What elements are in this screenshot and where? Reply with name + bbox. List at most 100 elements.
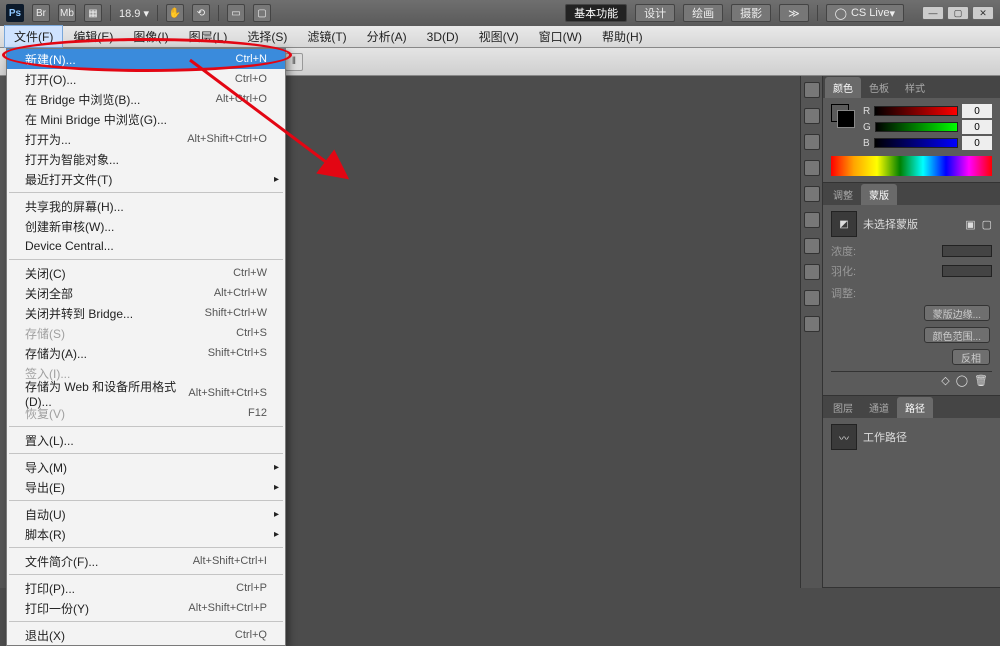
- panel-footer-icon[interactable]: ◇: [941, 374, 949, 387]
- g-slider[interactable]: [875, 122, 958, 132]
- menu-item[interactable]: 关闭并转到 Bridge...Shift+Ctrl+W: [7, 303, 285, 323]
- view-extras-icon[interactable]: ▦: [84, 4, 102, 22]
- menu-item[interactable]: 关闭(C)Ctrl+W: [7, 263, 285, 283]
- mask-edge-button[interactable]: 蒙版边缘...: [924, 305, 990, 321]
- minimize-icon[interactable]: —: [922, 6, 944, 20]
- menu-item[interactable]: 打开为智能对象...: [7, 149, 285, 169]
- close-icon[interactable]: ✕: [972, 6, 994, 20]
- dock-icon[interactable]: [804, 316, 820, 332]
- channel-r-label: R: [863, 106, 870, 117]
- dock-icon[interactable]: [804, 160, 820, 176]
- menu-item[interactable]: 共享我的屏幕(H)...: [7, 196, 285, 216]
- trash-icon[interactable]: 🗑: [974, 374, 988, 387]
- tab-channels[interactable]: 通道: [861, 397, 897, 418]
- fg-swatch[interactable]: [837, 110, 855, 128]
- restore-icon[interactable]: ▢: [947, 6, 969, 20]
- dock-icon[interactable]: [804, 238, 820, 254]
- rotate-icon[interactable]: ⟲: [192, 4, 210, 22]
- hand-icon[interactable]: ✋: [166, 4, 184, 22]
- menu-file[interactable]: 文件(F): [4, 25, 63, 48]
- color-range-button[interactable]: 颜色范围...: [924, 327, 990, 343]
- channel-g-label: G: [863, 122, 871, 133]
- path-item-label[interactable]: 工作路径: [863, 429, 907, 445]
- dock-icon[interactable]: [804, 186, 820, 202]
- zoom-value[interactable]: 18.9 ▾: [119, 7, 149, 20]
- menu-item[interactable]: 自动(U): [7, 504, 285, 524]
- tab-paths[interactable]: 路径: [897, 397, 933, 418]
- mask-status-label: 未选择蒙版: [863, 216, 918, 232]
- r-slider[interactable]: [874, 106, 958, 116]
- menu-item[interactable]: 脚本(R): [7, 524, 285, 544]
- menu-item[interactable]: 导入(M): [7, 457, 285, 477]
- menu-item[interactable]: 在 Mini Bridge 中浏览(G)...: [7, 109, 285, 129]
- menu-help[interactable]: 帮助(H): [592, 25, 653, 48]
- b-slider[interactable]: [874, 138, 958, 148]
- menu-item[interactable]: 新建(N)...Ctrl+N: [7, 49, 285, 69]
- feather-field: [942, 265, 992, 277]
- menu-item[interactable]: 打开(O)...Ctrl+O: [7, 69, 285, 89]
- opt-icon[interactable]: ‖: [285, 53, 303, 71]
- menu-3d[interactable]: 3D(D): [417, 27, 469, 47]
- tab-styles[interactable]: 样式: [897, 77, 933, 98]
- menu-item[interactable]: Device Central...: [7, 236, 285, 256]
- arrange-icon[interactable]: ▭: [227, 4, 245, 22]
- channel-b-label: B: [863, 138, 870, 149]
- menu-item[interactable]: 置入(L)...: [7, 430, 285, 450]
- dock-icon[interactable]: [804, 108, 820, 124]
- tab-color[interactable]: 颜色: [825, 77, 861, 98]
- menu-filter[interactable]: 滤镜(T): [297, 25, 356, 48]
- menu-item[interactable]: 在 Bridge 中浏览(B)...Alt+Ctrl+O: [7, 89, 285, 109]
- menu-item[interactable]: 打印一份(Y)Alt+Shift+Ctrl+P: [7, 598, 285, 618]
- tab-adjustments[interactable]: 调整: [825, 184, 861, 205]
- dock-icon[interactable]: [804, 134, 820, 150]
- menu-window[interactable]: 窗口(W): [529, 25, 592, 48]
- menu-item[interactable]: 打印(P)...Ctrl+P: [7, 578, 285, 598]
- workspace-paint-button[interactable]: 绘画: [683, 4, 723, 22]
- dock-icon[interactable]: [804, 212, 820, 228]
- menu-select[interactable]: 选择(S): [237, 25, 297, 48]
- right-dock: 颜色 色板 样式 R 0 G 0 B 0: [800, 76, 1000, 588]
- menu-image[interactable]: 图像(I): [123, 25, 178, 48]
- menu-item[interactable]: 存储为 Web 和设备所用格式(D)...Alt+Shift+Ctrl+S: [7, 383, 285, 403]
- menu-analysis[interactable]: 分析(A): [357, 25, 417, 48]
- dock-icon[interactable]: [804, 264, 820, 280]
- workspace-photo-button[interactable]: 摄影: [731, 4, 771, 22]
- tab-layers[interactable]: 图层: [825, 397, 861, 418]
- color-spectrum[interactable]: [831, 156, 992, 176]
- screenmode-icon[interactable]: ▢: [253, 4, 271, 22]
- cslive-button[interactable]: ◯ CS Live ▾: [826, 4, 904, 22]
- workspace-basic-button[interactable]: 基本功能: [565, 4, 627, 22]
- dock-icon[interactable]: [804, 290, 820, 306]
- workspace-design-button[interactable]: 设计: [635, 4, 675, 22]
- r-value[interactable]: 0: [962, 104, 992, 118]
- menu-item[interactable]: 导出(E): [7, 477, 285, 497]
- menu-edit[interactable]: 编辑(E): [63, 25, 123, 48]
- menu-item[interactable]: 最近打开文件(T): [7, 169, 285, 189]
- tab-swatches[interactable]: 色板: [861, 77, 897, 98]
- panel-footer-icon[interactable]: ◯: [956, 374, 968, 387]
- dock-icon[interactable]: [804, 82, 820, 98]
- invert-button[interactable]: 反相: [952, 349, 990, 365]
- menu-item[interactable]: 存储为(A)...Shift+Ctrl+S: [7, 343, 285, 363]
- title-bar: Ps Br Mb ▦ 18.9 ▾ ✋ ⟲ ▭ ▢ 基本功能 设计 绘画 摄影 …: [0, 0, 1000, 26]
- menu-item[interactable]: 创建新审核(W)...: [7, 216, 285, 236]
- workspace-more-button[interactable]: ≫: [779, 4, 809, 22]
- tab-masks[interactable]: 蒙版: [861, 184, 897, 205]
- b-value[interactable]: 0: [962, 136, 992, 150]
- minibridge-icon[interactable]: Mb: [58, 4, 76, 22]
- bridge-icon[interactable]: Br: [32, 4, 50, 22]
- vector-mask-icon[interactable]: ▢: [982, 218, 992, 231]
- menu-item[interactable]: 关闭全部Alt+Ctrl+W: [7, 283, 285, 303]
- menu-layer[interactable]: 图层(L): [179, 25, 238, 48]
- menu-item: 存储(S)Ctrl+S: [7, 323, 285, 343]
- menu-item[interactable]: 打开为...Alt+Shift+Ctrl+O: [7, 129, 285, 149]
- menu-item[interactable]: 退出(X)Ctrl+Q: [7, 625, 285, 645]
- menu-item: 恢复(V)F12: [7, 403, 285, 423]
- g-value[interactable]: 0: [962, 120, 992, 134]
- path-thumb[interactable]: 〰: [831, 424, 857, 450]
- pixel-mask-icon[interactable]: ▣: [965, 218, 975, 231]
- menu-view[interactable]: 视图(V): [469, 25, 529, 48]
- menu-item[interactable]: 文件简介(F)...Alt+Shift+Ctrl+I: [7, 551, 285, 571]
- density-label: 浓度:: [831, 243, 856, 259]
- feather-label: 羽化:: [831, 263, 856, 279]
